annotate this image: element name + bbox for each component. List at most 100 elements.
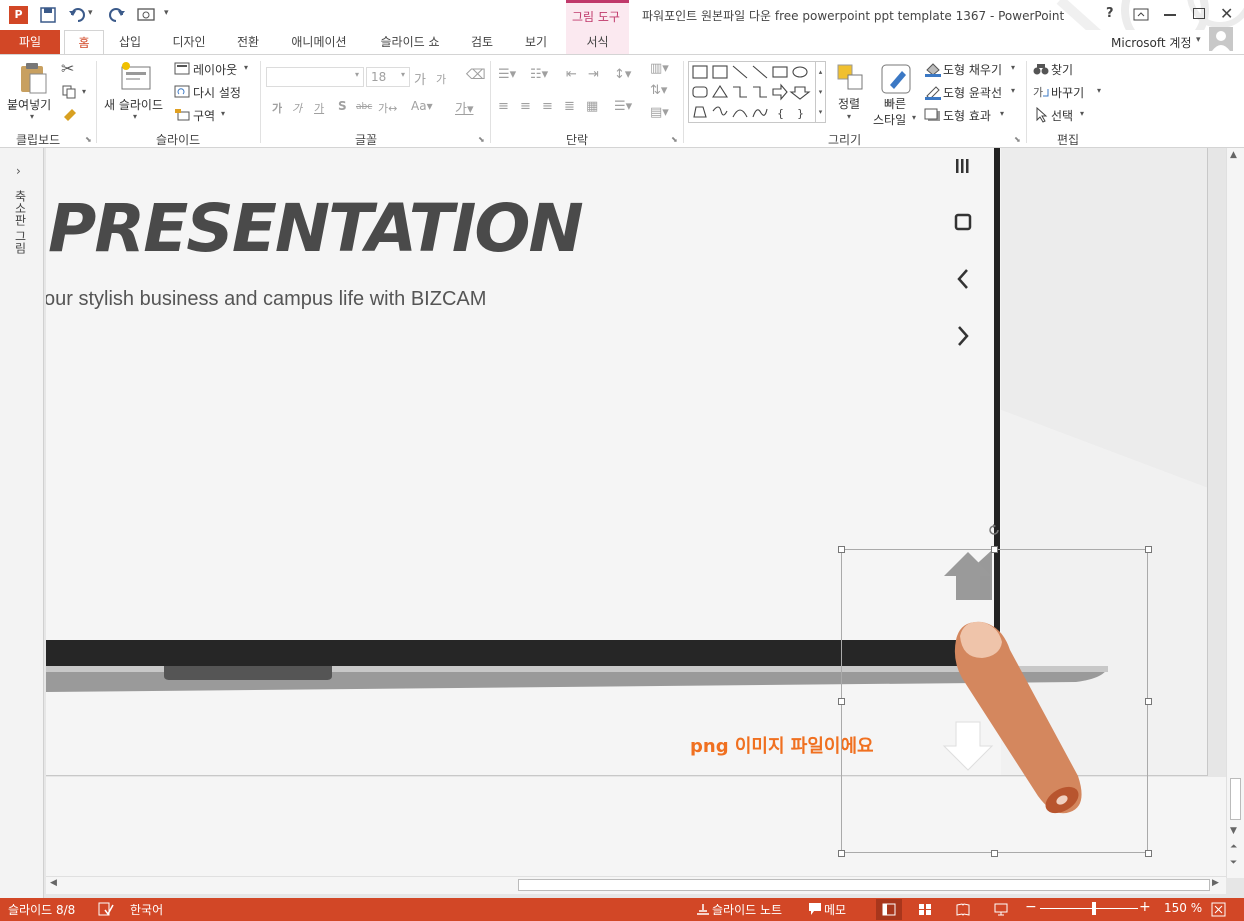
line-spacing-icon[interactable]: ↕▾ <box>614 67 631 82</box>
undo-dropdown-icon[interactable]: ▾ <box>88 8 93 18</box>
layout-button[interactable]: 레이아웃 <box>193 61 237 78</box>
decrease-font-icon[interactable]: 가 <box>436 71 446 87</box>
slide-counter[interactable]: 슬라이드 8/8 <box>8 901 75 918</box>
zoom-out-icon[interactable]: − <box>1025 899 1037 915</box>
tab-slide-show[interactable]: 슬라이드 쇼 <box>370 30 450 54</box>
vertical-scroll-thumb[interactable] <box>1230 778 1241 820</box>
decrease-indent-icon[interactable]: ⇤ <box>566 67 577 82</box>
shapes-gallery[interactable]: { } ▴ ▾ ▾ <box>688 61 826 123</box>
format-painter-icon[interactable] <box>62 107 78 121</box>
powerpoint-logo-icon[interactable]: P <box>9 6 28 24</box>
selected-picture[interactable] <box>838 524 1152 857</box>
horizontal-scrollbar[interactable]: ◀ ▶ <box>46 876 1226 894</box>
paragraph-columns-icon[interactable]: ☰▾ <box>614 99 632 114</box>
resize-handle[interactable] <box>1145 850 1152 857</box>
find-button[interactable]: 찾기 <box>1051 61 1073 78</box>
tab-animations[interactable]: 애니메이션 <box>280 30 358 54</box>
shapes-gallery-scroll[interactable]: ▴ ▾ ▾ <box>815 62 825 122</box>
notes-button[interactable]: 슬라이드 노트 <box>712 901 782 918</box>
save-icon[interactable] <box>40 7 56 23</box>
distributed-icon[interactable]: ▦ <box>586 99 598 114</box>
previous-slide-icon[interactable]: ⏶ <box>1230 842 1237 852</box>
normal-view-button[interactable] <box>876 899 902 920</box>
resize-handle[interactable] <box>991 850 998 857</box>
font-name-dropdown-icon[interactable]: ▾ <box>355 70 359 79</box>
shape-effects-dropdown-icon[interactable]: ▾ <box>1000 109 1004 118</box>
tab-insert[interactable]: 삽입 <box>110 30 150 54</box>
zoom-slider-thumb[interactable] <box>1092 902 1096 915</box>
minimize-icon[interactable] <box>1164 14 1176 16</box>
expand-thumbnails-icon[interactable]: › <box>16 164 21 178</box>
paragraph-launcher-icon[interactable]: ⬊ <box>671 135 678 144</box>
finger-swipe-image[interactable] <box>842 550 1149 854</box>
resize-handle[interactable] <box>838 698 845 705</box>
resize-handle[interactable] <box>991 546 998 553</box>
scroll-right-icon[interactable]: ▶ <box>1212 878 1219 888</box>
slide-show-icon[interactable] <box>994 903 1008 916</box>
text-direction-icon[interactable]: ⇅▾ <box>650 83 667 98</box>
replace-button[interactable]: 바꾸기 <box>1051 84 1084 101</box>
justify-icon[interactable]: ≣ <box>564 99 575 114</box>
shape-outline-icon[interactable] <box>924 84 942 100</box>
align-center-icon[interactable]: ≡ <box>520 99 531 114</box>
bullets-icon[interactable]: ☰▾ <box>498 67 516 82</box>
language-indicator[interactable]: 한국어 <box>130 901 163 918</box>
scroll-down-icon[interactable]: ▼ <box>1230 826 1237 836</box>
tab-home[interactable]: 홈 <box>64 30 104 55</box>
drawing-launcher-icon[interactable]: ⬊ <box>1014 135 1021 144</box>
section-dropdown-icon[interactable]: ▾ <box>221 109 225 118</box>
clipboard-launcher-icon[interactable]: ⬊ <box>85 135 92 144</box>
zoom-level[interactable]: 150 % <box>1164 901 1202 915</box>
shape-fill-icon[interactable] <box>924 61 942 77</box>
account-name[interactable]: Microsoft 계정 <box>1111 34 1192 51</box>
close-icon[interactable]: ✕ <box>1220 4 1233 23</box>
select-button[interactable]: 선택 <box>1051 107 1073 124</box>
layout-dropdown-icon[interactable]: ▾ <box>244 63 248 72</box>
shape-effects-button[interactable]: 도형 효과 <box>943 107 991 124</box>
resize-handle[interactable] <box>838 546 845 553</box>
reset-icon[interactable] <box>174 85 190 98</box>
replace-icon[interactable]: 가 <box>1033 84 1049 100</box>
spell-check-icon[interactable] <box>98 902 114 916</box>
paste-icon[interactable] <box>18 61 48 95</box>
account-dropdown-icon[interactable]: ▾ <box>1196 35 1201 45</box>
resize-handle[interactable] <box>1145 698 1152 705</box>
comments-button[interactable]: 메모 <box>824 901 846 918</box>
shape-fill-dropdown-icon[interactable]: ▾ <box>1011 63 1015 72</box>
slide-subtitle[interactable]: our stylish business and campus life wit… <box>46 288 486 311</box>
numbering-icon[interactable]: ☷▾ <box>530 67 548 82</box>
shape-effects-icon[interactable] <box>924 107 942 123</box>
thumbnail-panel-label[interactable]: 축소판 그림 <box>12 190 29 254</box>
columns-icon[interactable]: ▥▾ <box>650 61 669 76</box>
comments-icon[interactable] <box>808 902 822 916</box>
avatar-icon[interactable] <box>1209 27 1233 51</box>
quick-styles-label-2[interactable]: 스타일 <box>873 111 906 128</box>
resize-handle[interactable] <box>838 850 845 857</box>
shape-outline-dropdown-icon[interactable]: ▾ <box>1011 86 1015 95</box>
tab-transitions[interactable]: 전환 <box>228 30 268 54</box>
help-icon[interactable]: ? <box>1106 6 1114 21</box>
quick-styles-icon[interactable] <box>880 63 912 95</box>
font-color-icon[interactable]: 가▾ <box>455 98 474 117</box>
vertical-scrollbar[interactable]: ▲ ▼ ⏶ ⏷ <box>1226 148 1244 878</box>
increase-font-icon[interactable]: 가 <box>414 69 426 88</box>
section-button[interactable]: 구역 <box>193 107 215 124</box>
rotate-handle-icon[interactable] <box>988 524 1000 536</box>
slide-heading[interactable]: PRESENTATION <box>48 190 584 267</box>
new-slide-dropdown-icon[interactable]: ▾ <box>133 112 137 121</box>
font-size-dropdown-icon[interactable]: ▾ <box>401 70 405 79</box>
quick-styles-dropdown-icon[interactable]: ▾ <box>912 113 916 122</box>
start-from-beginning-icon[interactable] <box>137 7 157 23</box>
horizontal-scroll-thumb[interactable] <box>518 879 1210 891</box>
tab-review[interactable]: 검토 <box>462 30 502 54</box>
tab-view[interactable]: 보기 <box>516 30 556 54</box>
shapes-icon[interactable]: { } <box>691 63 817 123</box>
change-case-icon[interactable]: Aa▾ <box>411 99 433 113</box>
font-launcher-icon[interactable]: ⬊ <box>478 135 485 144</box>
bold-icon[interactable]: 가 <box>272 100 282 116</box>
increase-indent-icon[interactable]: ⇥ <box>588 67 599 82</box>
cut-icon[interactable]: ✂ <box>61 59 74 78</box>
paste-button[interactable]: 붙여넣기 <box>7 96 51 113</box>
copy-icon[interactable] <box>62 85 76 99</box>
arrange-dropdown-icon[interactable]: ▾ <box>847 112 851 121</box>
